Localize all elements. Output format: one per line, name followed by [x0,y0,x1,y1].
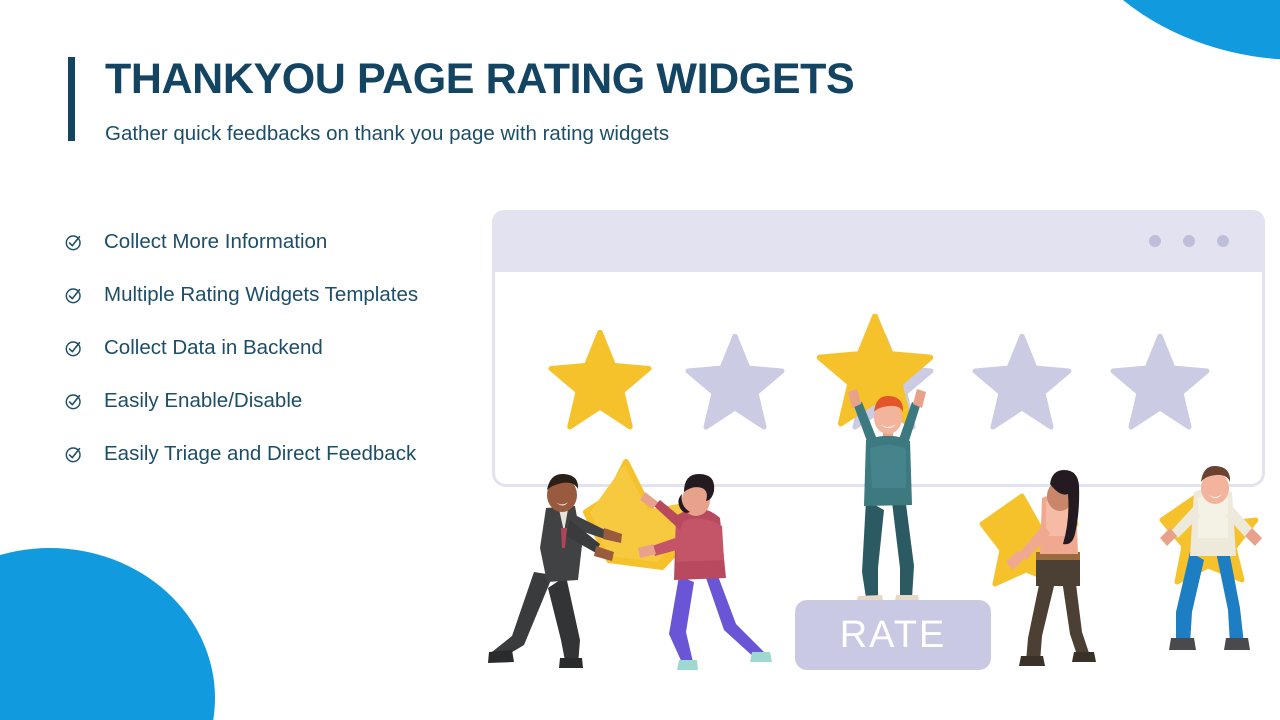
rating-star-5-empty[interactable] [1110,334,1210,430]
rating-star-2-empty[interactable] [685,334,785,430]
title-accent-bar [68,57,75,141]
check-circle-icon [65,393,81,409]
rating-star-3-filled[interactable] [816,314,934,427]
feature-label: Easily Triage and Direct Feedback [104,441,417,465]
list-item: Easily Triage and Direct Feedback [64,427,418,480]
character-woman-in-maroon-dress [638,474,772,670]
browser-title-bar [492,210,1265,272]
feature-list: Collect More Information Multiple Rating… [64,215,418,480]
character-woman-with-long-hair [1006,470,1096,666]
rate-button[interactable]: RATE [795,600,991,670]
illustration-star-woman-right [979,493,1079,587]
page-subtitle: Gather quick feedbacks on thank you page… [105,122,670,146]
blue-circle-shape-bottom-left [0,548,215,720]
check-circle-icon [65,287,81,303]
window-dot-icon [1183,235,1195,247]
character-man-in-dark-suit [488,473,622,668]
window-dot-icon [1217,235,1229,247]
character-man-in-jeans [1160,465,1262,650]
rate-button-label: RATE [839,613,947,656]
rating-star-1-filled[interactable] [548,330,652,430]
check-circle-icon [65,340,81,356]
list-item: Collect Data in Backend [64,321,418,374]
blue-curve-shape-top-right [1050,0,1280,60]
check-circle-icon [65,234,81,250]
page-title: THANKYOU PAGE RATING WIDGETS [105,55,855,103]
list-item: Easily Enable/Disable [64,374,418,427]
header: THANKYOU PAGE RATING WIDGETS Gather quic… [68,55,855,146]
feature-label: Collect More Information [104,229,328,253]
illustration-star-man-right [1159,491,1259,585]
check-circle-icon [65,446,81,462]
list-item: Collect More Information [64,215,418,268]
feature-label: Easily Enable/Disable [104,388,303,412]
list-item: Multiple Rating Widgets Templates [64,268,418,321]
star-rating-row [548,312,1228,430]
feature-label: Collect Data in Backend [104,335,323,359]
slide-canvas: THANKYOU PAGE RATING WIDGETS Gather quic… [0,0,1280,720]
window-dot-icon [1149,235,1161,247]
feature-label: Multiple Rating Widgets Templates [104,282,419,306]
rating-star-4-empty[interactable] [972,334,1072,430]
